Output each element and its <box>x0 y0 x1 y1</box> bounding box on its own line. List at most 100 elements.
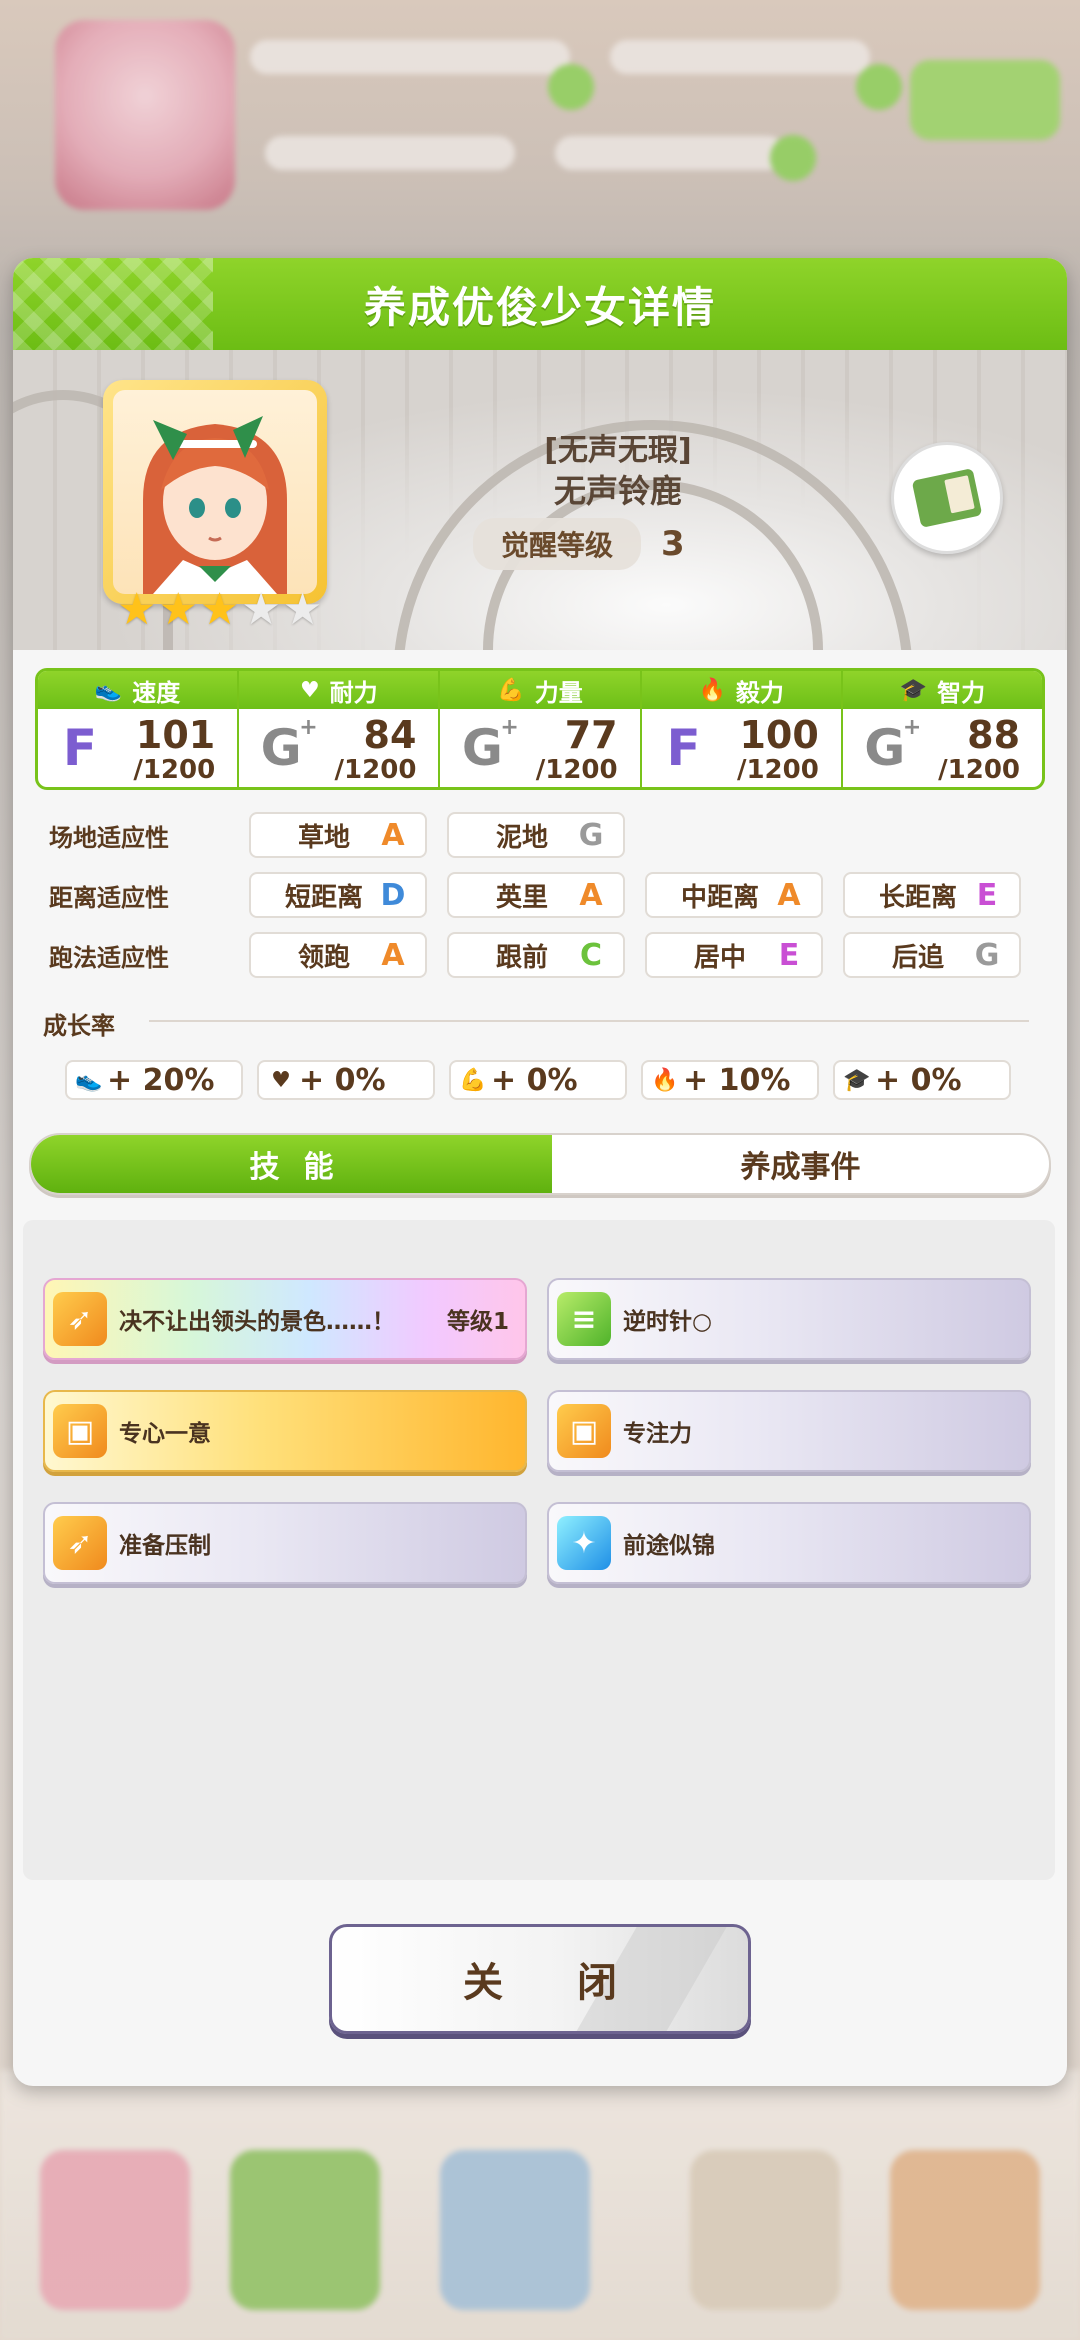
gate-icon: ▣ <box>557 1404 611 1458</box>
grade-plus-icon: + <box>500 715 519 740</box>
stat-body: G + 88 /1200 <box>843 709 1042 787</box>
aptitude-name: 长距离 <box>878 882 957 913</box>
aptitude-name: 跟前 <box>495 942 548 973</box>
grade-plus-icon: + <box>902 715 922 740</box>
style-aptitude-row: 跑法适应性 领跑 A 跟前 C 居中 E 后追 G <box>49 932 1021 978</box>
aptitude-cell: 英里 A <box>447 872 625 918</box>
gate-icon: ▣ <box>53 1404 107 1458</box>
character-name: 无声铃鹿 <box>553 472 682 510</box>
profile-book-button[interactable] <box>891 442 1003 554</box>
stat-grade: F <box>62 719 98 777</box>
aptitude-grade: E <box>976 877 998 913</box>
aptitude-cell: 跟前 C <box>447 932 625 978</box>
stat-max: /1200 <box>334 755 417 785</box>
stat-speed: 👟 速度 F 101 /1200 <box>38 671 240 787</box>
game-logo <box>55 20 235 210</box>
aptitude-cell: 居中 E <box>645 932 823 978</box>
book-icon <box>911 468 983 528</box>
stat-max: /1200 <box>535 755 618 785</box>
close-button[interactable]: 关 闭 <box>329 1924 751 2034</box>
aptitude-name: 短距离 <box>284 882 363 913</box>
stat-value: 88 <box>967 713 1021 757</box>
background-menu-button <box>910 60 1060 140</box>
aptitude-grade: D <box>380 877 406 913</box>
stat-label: 力量 <box>534 678 583 707</box>
stat-label: 毅力 <box>735 678 784 707</box>
skill-item[interactable]: ≡ 逆时针○ <box>547 1278 1031 1360</box>
stat-body: G + 77 /1200 <box>440 709 639 787</box>
stat-max: /1200 <box>736 755 819 785</box>
aptitude-grade: E <box>778 937 800 973</box>
growth-cell: 🎓 + 0% <box>833 1060 1011 1100</box>
stat-max: /1200 <box>938 755 1021 785</box>
distance-aptitude-row: 距离适应性 短距离 D 英里 A 中距离 A 长距离 E <box>49 872 1021 918</box>
growth-cell: 🔥 + 10% <box>641 1060 819 1100</box>
stat-value: 84 <box>363 713 417 757</box>
aptitude-label: 距离适应性 <box>49 883 169 912</box>
skill-name: 前途似锦 <box>623 1533 715 1559</box>
aptitude-label: 跑法适应性 <box>49 943 169 972</box>
stat-header: 🔥 毅力 <box>641 671 841 709</box>
nav-thumb <box>40 2150 190 2310</box>
graduation-cap-icon: 🎓 <box>899 677 928 703</box>
skill-item[interactable]: ▣ 专注力 <box>547 1390 1031 1472</box>
background-plus-button <box>856 64 902 110</box>
grade-plus-icon: + <box>299 715 318 740</box>
speed-burst-icon: ➶ <box>53 1516 107 1570</box>
aptitude-name: 草地 <box>297 822 350 853</box>
track-aptitude-row: 场地适应性 草地 A 泥地 G <box>49 812 625 858</box>
background-plus-button <box>770 135 816 181</box>
aptitude-grade: G <box>578 817 604 853</box>
stat-stamina: ♥ 耐力 G + 84 /1200 <box>239 671 441 787</box>
stat-max: /1200 <box>133 755 216 785</box>
background-plus-button <box>548 64 594 110</box>
aptitude-name: 中距离 <box>680 882 759 913</box>
aptitude-cell: 泥地 G <box>447 812 625 858</box>
stat-body: G + 84 /1200 <box>239 709 438 787</box>
skill-name: 专心一意 <box>119 1421 211 1447</box>
background-bar <box>610 40 870 74</box>
tab-skills[interactable]: 技能 <box>31 1135 552 1193</box>
star-filled-icon: ★ <box>117 584 157 635</box>
skill-level: 等级1 <box>446 1309 509 1335</box>
nav-thumb <box>890 2150 1040 2310</box>
growth-value: + 20% <box>107 1062 215 1098</box>
aptitude-name: 领跑 <box>297 942 350 973</box>
flame-icon: 🔥 <box>698 677 726 703</box>
growth-cell: 👟 + 20% <box>65 1060 243 1100</box>
aptitude-name: 泥地 <box>495 822 548 853</box>
nav-thumb <box>230 2150 380 2310</box>
shoe-icon: 👟 <box>75 1067 103 1093</box>
shoe-icon: 👟 <box>94 677 123 703</box>
character-epithet: [无声无瑕] <box>544 433 692 468</box>
muscle-icon: 💪 <box>497 677 525 703</box>
aptitude-cell: 领跑 A <box>249 932 427 978</box>
stat-wisdom: 🎓 智力 G + 88 /1200 <box>842 671 1042 787</box>
skills-panel: ➶ 决不让出领头的景色……！ 等级1 ≡ 逆时针○ ▣ 专心一意 ▣ 专注力 ➶… <box>23 1220 1055 1880</box>
star-empty-icon: ★ <box>282 584 323 635</box>
star-empty-icon: ★ <box>241 584 281 635</box>
divider <box>149 1020 1029 1022</box>
awakening-value: 3 <box>661 524 685 564</box>
aptitude-name: 后追 <box>891 942 944 973</box>
aptitude-grade: G <box>974 937 1000 973</box>
aptitude-grade: A <box>777 877 801 913</box>
detail-tabs: 技能 养成事件 <box>29 1133 1051 1195</box>
nav-thumb <box>690 2150 840 2310</box>
background-bottom-nav <box>0 2070 1080 2340</box>
stat-value: 101 <box>135 713 216 757</box>
rarity-stars: ★ ★ ★ ★ ★ <box>117 588 322 632</box>
aptitude-label: 场地适应性 <box>49 823 169 852</box>
skill-item[interactable]: ➶ 决不让出领头的景色……！ 等级1 <box>43 1278 527 1360</box>
stat-power: 💪 力量 G + 77 /1200 <box>440 671 642 787</box>
aptitude-cell: 长距离 E <box>843 872 1021 918</box>
growth-cell: ♥ + 0% <box>257 1060 435 1100</box>
aptitude-grade: A <box>381 817 405 853</box>
skill-item[interactable]: ✦ 前途似锦 <box>547 1502 1031 1584</box>
growth-value: + 10% <box>683 1062 791 1098</box>
tab-training-events[interactable]: 养成事件 <box>552 1135 1049 1193</box>
aptitude-grade: C <box>579 937 603 973</box>
stat-header: 👟 速度 <box>38 671 238 709</box>
skill-item[interactable]: ▣ 专心一意 <box>43 1390 527 1472</box>
skill-item[interactable]: ➶ 准备压制 <box>43 1502 527 1584</box>
